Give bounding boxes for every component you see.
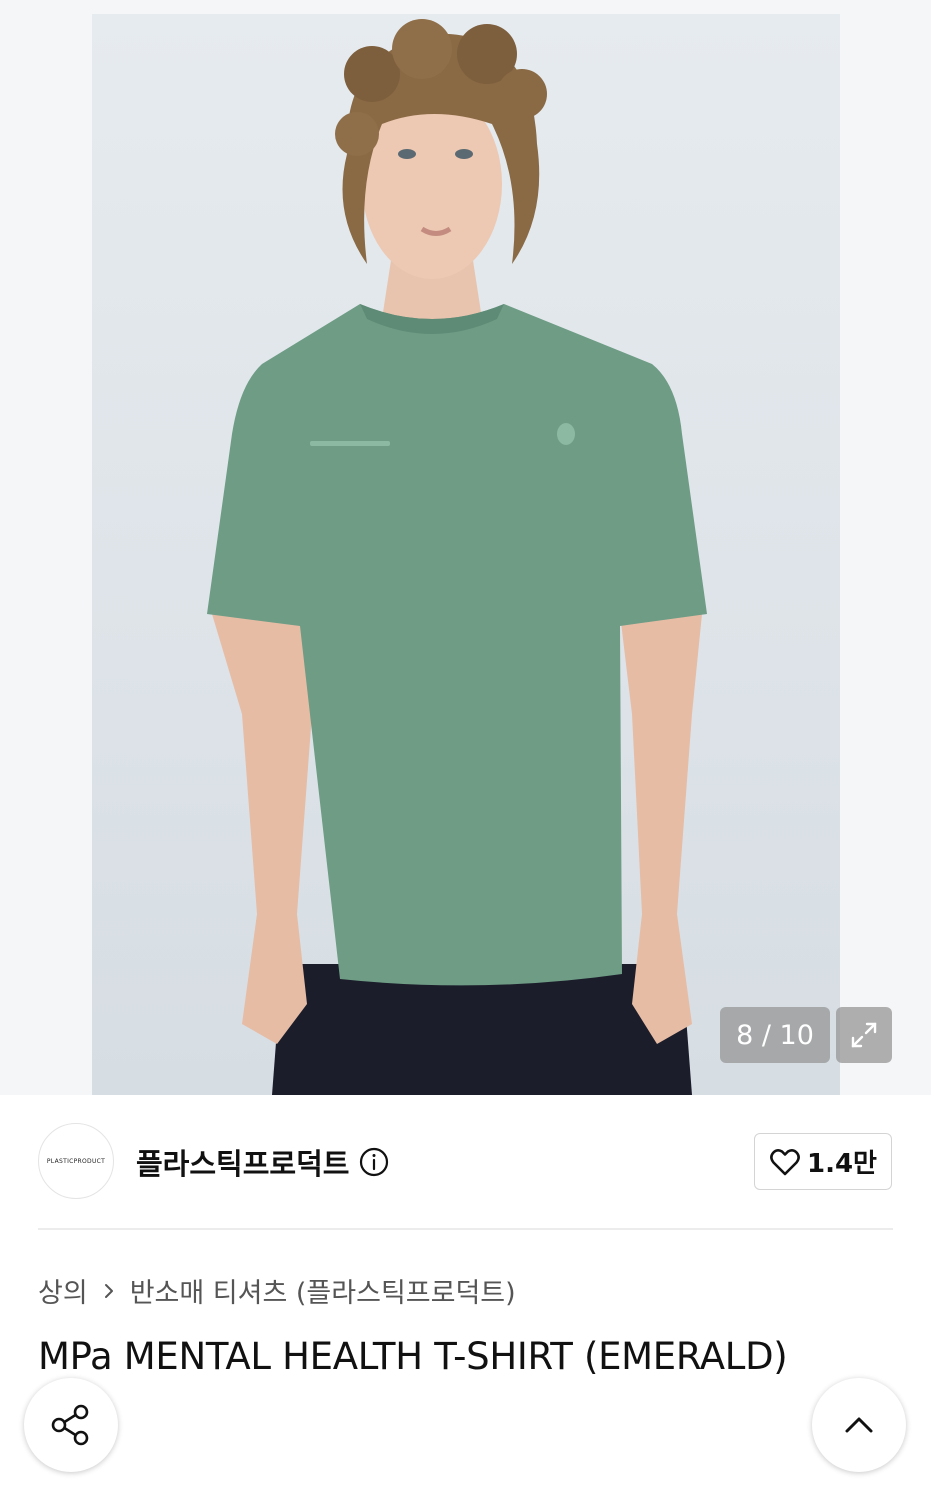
brand-name: 플라스틱프로덕트 (136, 1147, 350, 1181)
brand-logo-text: PLASTICPRODUCT (46, 1157, 106, 1165)
product-image-gallery[interactable]: 8 / 10 (0, 0, 931, 1095)
share-icon (51, 1404, 89, 1446)
brand-name-link[interactable]: 플라스틱프로덕트 (136, 1141, 389, 1183)
chevron-right-icon (100, 1282, 118, 1300)
product-title: MPa MENTAL HEALTH T-SHIRT (EMERALD) (38, 1335, 788, 1378)
brand-logo[interactable]: PLASTICPRODUCT (38, 1123, 114, 1199)
product-photo[interactable] (92, 14, 840, 1095)
divider (38, 1228, 893, 1230)
scroll-to-top-button[interactable] (812, 1378, 906, 1472)
breadcrumb-item-subcategory[interactable]: 반소매 티셔츠 (플라스틱프로덕트) (130, 1271, 516, 1310)
breadcrumb: 상의 반소매 티셔츠 (플라스틱프로덕트) (38, 1271, 516, 1310)
brand-row: PLASTICPRODUCT 플라스틱프로덕트 1.4만 (38, 1123, 893, 1201)
heart-icon (770, 1148, 800, 1175)
model-wearing-tshirt-illustration (207, 19, 707, 1095)
share-button[interactable] (24, 1378, 118, 1472)
image-counter: 8 / 10 (720, 1007, 830, 1063)
expand-button[interactable] (836, 1007, 892, 1063)
like-count: 1.4만 (807, 1149, 877, 1179)
info-icon[interactable] (359, 1147, 389, 1177)
breadcrumb-item-category[interactable]: 상의 (38, 1271, 88, 1310)
chevron-up-icon (845, 1417, 873, 1433)
like-button[interactable]: 1.4만 (754, 1133, 892, 1190)
expand-icon (851, 1022, 877, 1048)
